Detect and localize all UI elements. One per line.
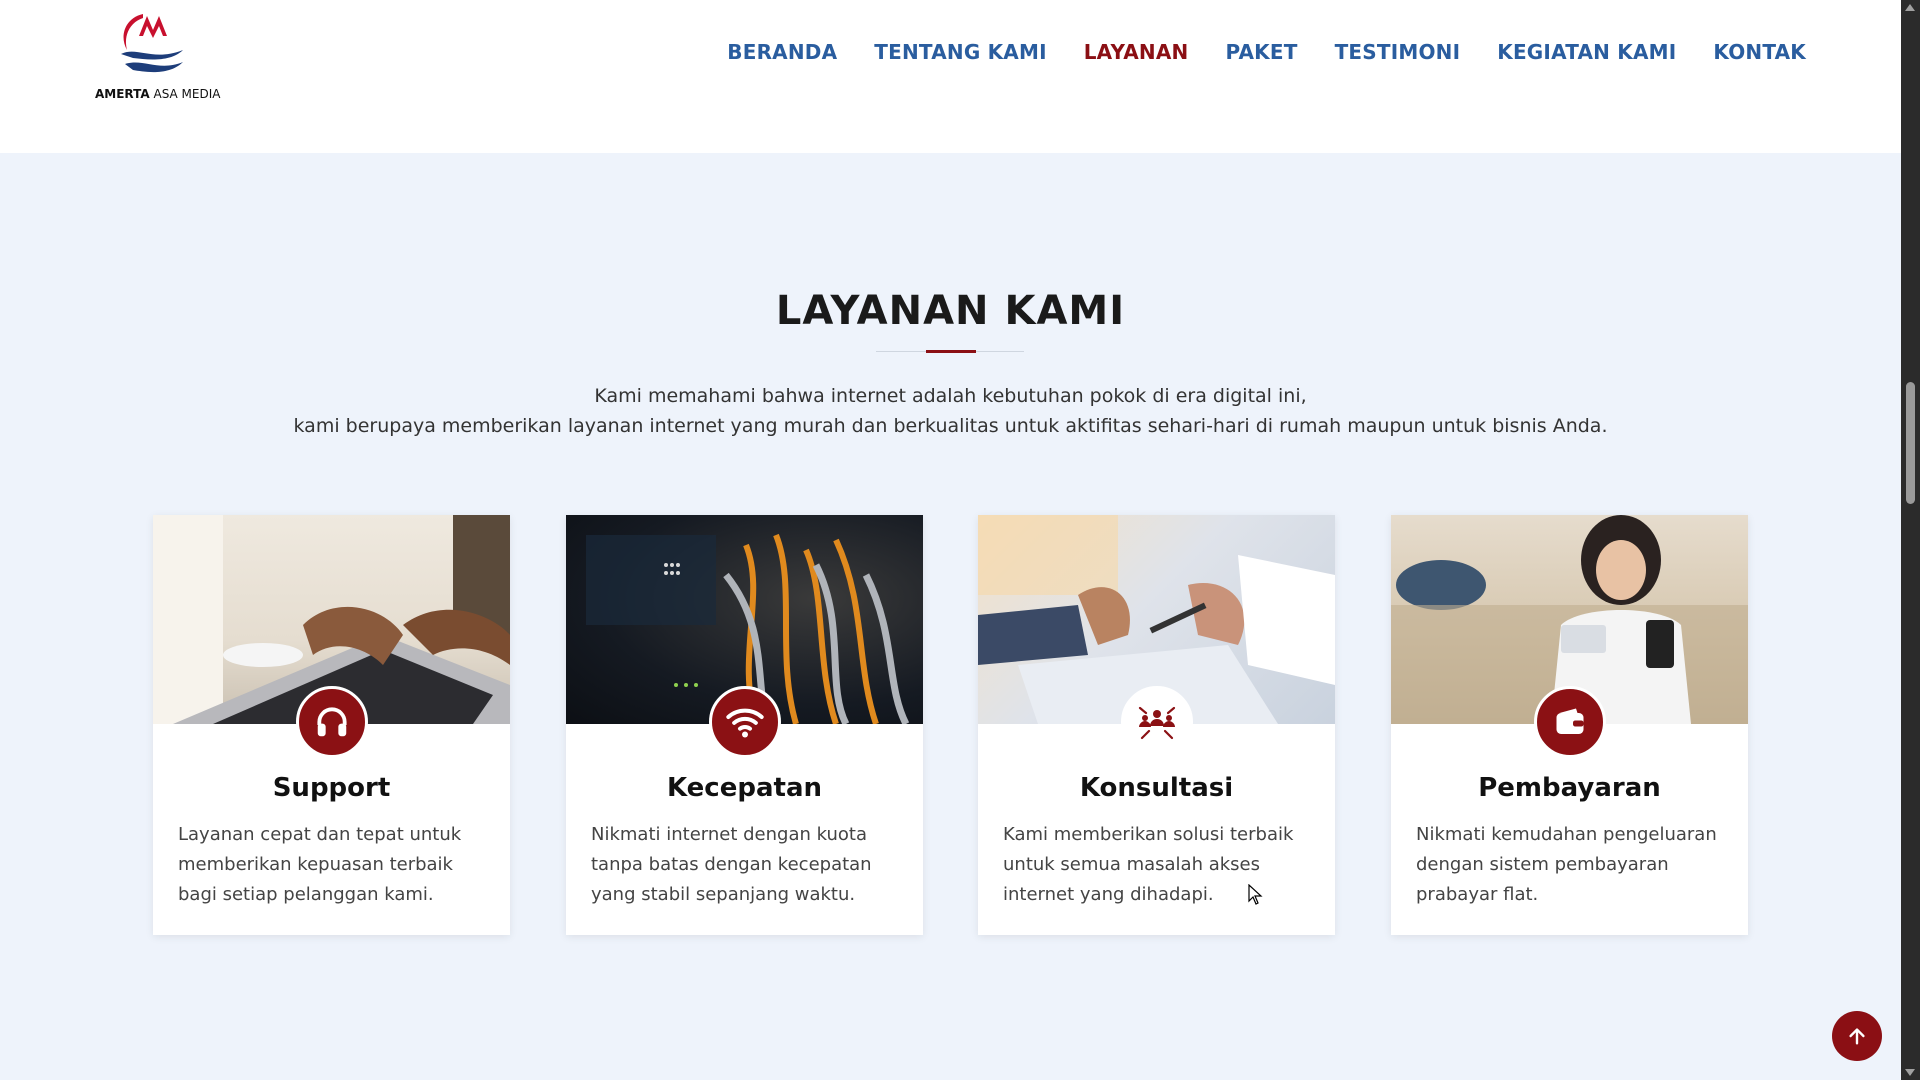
nav-item-paket[interactable]: PAKET	[1225, 40, 1297, 64]
card-description: Nikmati internet dengan kuota tanpa bata…	[591, 824, 872, 905]
mouse-cursor-icon	[1248, 884, 1263, 905]
wallet-icon	[1533, 686, 1606, 758]
scroll-to-top-button[interactable]	[1832, 1011, 1882, 1061]
service-card-kecepatan[interactable]: Kecepatan Nikmati internet dengan kuota …	[566, 515, 923, 935]
logo-mark-icon	[121, 14, 183, 73]
nav-item-layanan[interactable]: LAYANAN	[1084, 40, 1189, 64]
people-network-icon	[1120, 686, 1193, 758]
site-header: AMERTA ASA MEDIA BERANDA TENTANG KAMI LA…	[0, 0, 1901, 153]
card-description: Kami memberikan solusi terbaik untuk sem…	[1003, 824, 1294, 905]
service-card-pembayaran[interactable]: Pembayaran Nikmati kemudahan pengeluaran…	[1391, 515, 1748, 935]
page-scrollbar[interactable]	[1901, 0, 1920, 1080]
title-divider-accent	[926, 350, 976, 353]
scrollbar-thumb[interactable]	[1906, 382, 1915, 504]
intro-line-2: kami berupaya memberikan layanan interne…	[293, 415, 1608, 437]
service-cards: Support Layanan cepat dan tepat untuk me…	[153, 515, 1749, 935]
card-title: Pembayaran	[1478, 773, 1661, 803]
nav-item-testimoni[interactable]: TESTIMONI	[1335, 40, 1461, 64]
services-section: LAYANAN KAMI Kami memahami bahwa interne…	[0, 153, 1901, 1080]
arrow-up-icon	[1849, 1028, 1865, 1045]
service-card-support[interactable]: Support Layanan cepat dan tepat untuk me…	[153, 515, 510, 935]
card-title: Konsultasi	[1079, 773, 1234, 803]
wifi-icon	[708, 686, 781, 758]
scroll-down-arrow-icon[interactable]	[1905, 1069, 1915, 1076]
logo[interactable]: AMERTA ASA MEDIA	[95, 6, 220, 101]
headphones-icon	[295, 686, 368, 758]
intro-line-1: Kami memahami bahwa internet adalah kebu…	[594, 385, 1307, 407]
card-title: Support	[272, 773, 391, 803]
card-description: Layanan cepat dan tepat untuk memberikan…	[178, 824, 462, 905]
logo-text: AMERTA ASA MEDIA	[95, 87, 221, 101]
scroll-up-arrow-icon[interactable]	[1905, 4, 1915, 11]
service-card-konsultasi[interactable]: Konsultasi Kami memberikan solusi terbai…	[978, 515, 1335, 935]
section-title: LAYANAN KAMI	[775, 288, 1126, 334]
nav-item-beranda[interactable]: BERANDA	[727, 40, 837, 64]
card-title: Kecepatan	[666, 773, 822, 803]
nav-item-tentang-kami[interactable]: TENTANG KAMI	[874, 40, 1046, 64]
main-nav: BERANDA TENTANG KAMI LAYANAN PAKET TESTI…	[727, 40, 1806, 64]
section-intro: Kami memahami bahwa internet adalah kebu…	[0, 381, 1901, 441]
card-description: Nikmati kemudahan pengeluaran dengan sis…	[1416, 824, 1717, 905]
nav-item-kegiatan-kami[interactable]: KEGIATAN KAMI	[1497, 40, 1676, 64]
nav-item-kontak[interactable]: KONTAK	[1713, 40, 1806, 64]
